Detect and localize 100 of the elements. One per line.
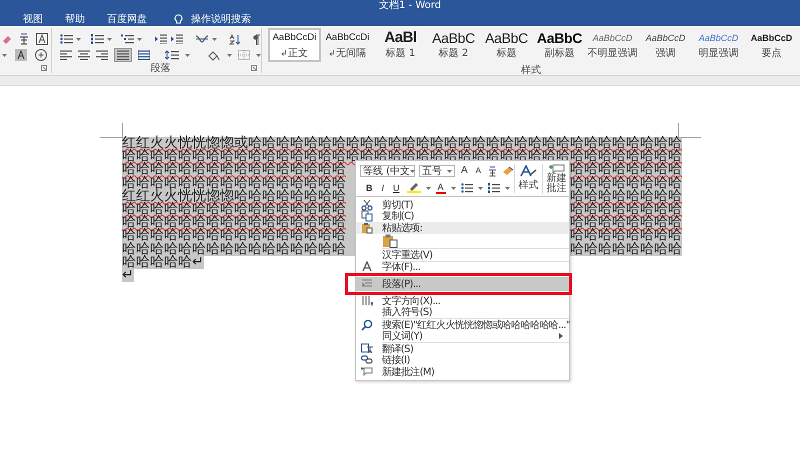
menu-item[interactable]: 段落(P)... bbox=[356, 277, 569, 291]
increase-indent-icon[interactable] bbox=[170, 34, 183, 44]
dropdown-arrow-icon[interactable] bbox=[76, 38, 81, 40]
enclose-characters-icon[interactable] bbox=[35, 49, 47, 61]
phonetic-guide-icon[interactable] bbox=[18, 33, 30, 45]
italic-button[interactable]: I bbox=[380, 182, 386, 194]
menu-item[interactable]: 复制(C) bbox=[356, 210, 569, 222]
menu-item[interactable]: 剪切(T) bbox=[356, 199, 569, 210]
paragraph-mark-icon bbox=[329, 50, 334, 56]
document-text: 红红火火恍恍惚惚哈哈哈哈哈哈哈哈 bbox=[122, 190, 346, 203]
distributed-icon[interactable] bbox=[138, 50, 150, 60]
document-text: 哈哈哈哈哈哈哈哈哈哈哈哈哈哈哈哈 bbox=[122, 202, 346, 216]
tell-me-search[interactable]: 操作说明搜索 bbox=[174, 12, 251, 26]
dropdown-arrow-icon[interactable] bbox=[227, 54, 232, 56]
highlighter-icon[interactable] bbox=[406, 183, 421, 193]
menu-item[interactable]: 文字方向(X)... bbox=[356, 295, 569, 306]
dropdown-arrow-icon[interactable] bbox=[184, 54, 190, 56]
translate-icon bbox=[361, 342, 373, 355]
menu-item[interactable]: 链接(I) bbox=[356, 354, 569, 366]
phonetic-guide-icon[interactable] bbox=[487, 166, 498, 176]
line-spacing-icon[interactable] bbox=[164, 50, 179, 60]
sort-icon[interactable] bbox=[229, 34, 241, 44]
menu-item[interactable]: 新建批注(M) bbox=[356, 366, 569, 378]
align-right-icon[interactable] bbox=[96, 50, 108, 60]
document-text: 哈哈哈哈哈哈哈哈 bbox=[570, 216, 682, 230]
document-text: 哈哈哈哈哈哈哈哈 bbox=[570, 202, 682, 216]
document-text: 哈哈哈哈哈哈哈哈哈哈哈哈哈哈哈哈 bbox=[122, 229, 346, 242]
dropdown-arrow-icon[interactable] bbox=[504, 186, 510, 190]
style-gallery-item[interactable]: AaBbCcDi 正文 bbox=[268, 28, 321, 62]
menu-item[interactable]: 同义词(Y) bbox=[356, 330, 569, 342]
menu-item[interactable]: 插入符号(S) bbox=[356, 306, 569, 318]
menu-item[interactable]: 字体(F)... bbox=[356, 262, 569, 273]
ribbon-tab[interactable]: 百度网盘 bbox=[106, 12, 148, 26]
bullets-icon[interactable] bbox=[60, 34, 73, 44]
bullets-icon[interactable] bbox=[460, 183, 473, 193]
asian-layout-icon[interactable] bbox=[195, 34, 209, 44]
underline-button[interactable]: U bbox=[391, 182, 402, 194]
character-shading-icon[interactable] bbox=[15, 49, 27, 61]
menu-section-header: 粘贴选项: bbox=[356, 222, 569, 234]
font-color-button[interactable]: A bbox=[436, 182, 446, 194]
font-size-field[interactable]: 五号 bbox=[419, 165, 455, 177]
dropdown-arrow-icon[interactable] bbox=[447, 170, 452, 172]
decrease-indent-icon[interactable] bbox=[154, 34, 167, 44]
dropdown-arrow-icon[interactable] bbox=[137, 38, 142, 40]
comment-icon bbox=[548, 164, 565, 172]
font-name-field[interactable]: 等线 (中文 bbox=[360, 165, 415, 177]
document-text: 哈哈哈哈哈哈哈哈哈哈哈哈哈哈哈哈 bbox=[122, 242, 346, 256]
menu-item[interactable]: 汉字重选(V) bbox=[356, 249, 569, 260]
numbering-icon[interactable] bbox=[488, 183, 500, 193]
document-text: 红红火火恍恍惚惚或哈哈哈哈哈哈哈哈哈哈哈哈哈哈哈哈哈哈哈哈哈哈哈哈哈哈哈哈哈哈哈 bbox=[122, 137, 682, 150]
bold-button[interactable]: B bbox=[364, 182, 374, 194]
font-icon bbox=[361, 261, 373, 274]
paragraph-marks-icon[interactable] bbox=[253, 34, 261, 44]
dropdown-arrow-icon[interactable] bbox=[2, 54, 7, 56]
styles-icon bbox=[520, 165, 538, 177]
document-text: 哈哈哈哈哈哈哈哈哈哈哈哈哈哈哈哈 bbox=[122, 216, 346, 230]
document-text: 哈哈哈哈哈哈哈哈 bbox=[570, 229, 682, 242]
menu-item[interactable]: 翻译(S) bbox=[356, 343, 569, 354]
eraser-icon[interactable] bbox=[2, 34, 12, 44]
clipboard-icon bbox=[361, 222, 373, 234]
lightbulb-icon bbox=[174, 14, 183, 24]
center-icon[interactable] bbox=[78, 50, 90, 60]
multilevel-list-icon[interactable] bbox=[121, 34, 134, 44]
dropdown-arrow-icon[interactable] bbox=[478, 186, 483, 190]
numbering-icon[interactable] bbox=[91, 34, 104, 44]
justify-button[interactable] bbox=[114, 48, 132, 62]
document-text: 哈哈哈哈哈哈哈哈哈哈哈哈哈哈哈哈 bbox=[122, 163, 346, 177]
document-text: ↵ bbox=[122, 268, 134, 282]
format-painter-icon[interactable] bbox=[502, 166, 514, 176]
shading-icon[interactable] bbox=[207, 50, 221, 60]
grow-font-button[interactable]: A bbox=[459, 165, 470, 177]
crop-mark bbox=[100, 123, 123, 138]
dropdown-arrow-icon[interactable] bbox=[450, 186, 456, 190]
menu-item[interactable]: 搜索(E)"红红火火恍恍惚惚或哈哈哈哈哈哈..." bbox=[356, 319, 569, 330]
dropdown-arrow-icon[interactable] bbox=[212, 38, 217, 40]
ribbon-tab[interactable]: 视图 bbox=[22, 12, 44, 26]
scissors-icon bbox=[361, 198, 373, 211]
dropdown-arrow-icon[interactable] bbox=[426, 186, 431, 190]
submenu-arrow-icon bbox=[559, 333, 563, 340]
copy-icon bbox=[361, 210, 373, 222]
new-comment-button[interactable]: 新建批注 bbox=[542, 164, 570, 194]
align-left-icon[interactable] bbox=[60, 50, 72, 60]
paste-clipboard-icon[interactable] bbox=[382, 234, 398, 248]
character-border-icon[interactable] bbox=[36, 33, 48, 45]
paragraph-mark-icon bbox=[281, 50, 286, 56]
dialog-launcher-icon[interactable] bbox=[41, 65, 47, 71]
dropdown-arrow-icon[interactable] bbox=[410, 170, 416, 172]
dropdown-arrow-icon[interactable] bbox=[256, 54, 261, 56]
shrink-font-button[interactable]: A bbox=[474, 165, 484, 177]
group-label: 段落 bbox=[150, 62, 170, 74]
ribbon-tab[interactable]: 帮助 bbox=[64, 12, 86, 26]
document-text: 哈哈哈哈哈哈哈哈 bbox=[570, 190, 682, 203]
document-text: 哈哈哈哈哈↵ bbox=[122, 256, 204, 269]
styles-button[interactable]: 样式 bbox=[515, 165, 542, 192]
dialog-launcher-icon[interactable] bbox=[251, 65, 257, 71]
justify-icon bbox=[117, 50, 129, 60]
borders-icon[interactable] bbox=[238, 50, 250, 60]
search-icon bbox=[361, 318, 373, 331]
dropdown-arrow-icon[interactable] bbox=[107, 38, 112, 40]
link-icon bbox=[361, 354, 373, 366]
